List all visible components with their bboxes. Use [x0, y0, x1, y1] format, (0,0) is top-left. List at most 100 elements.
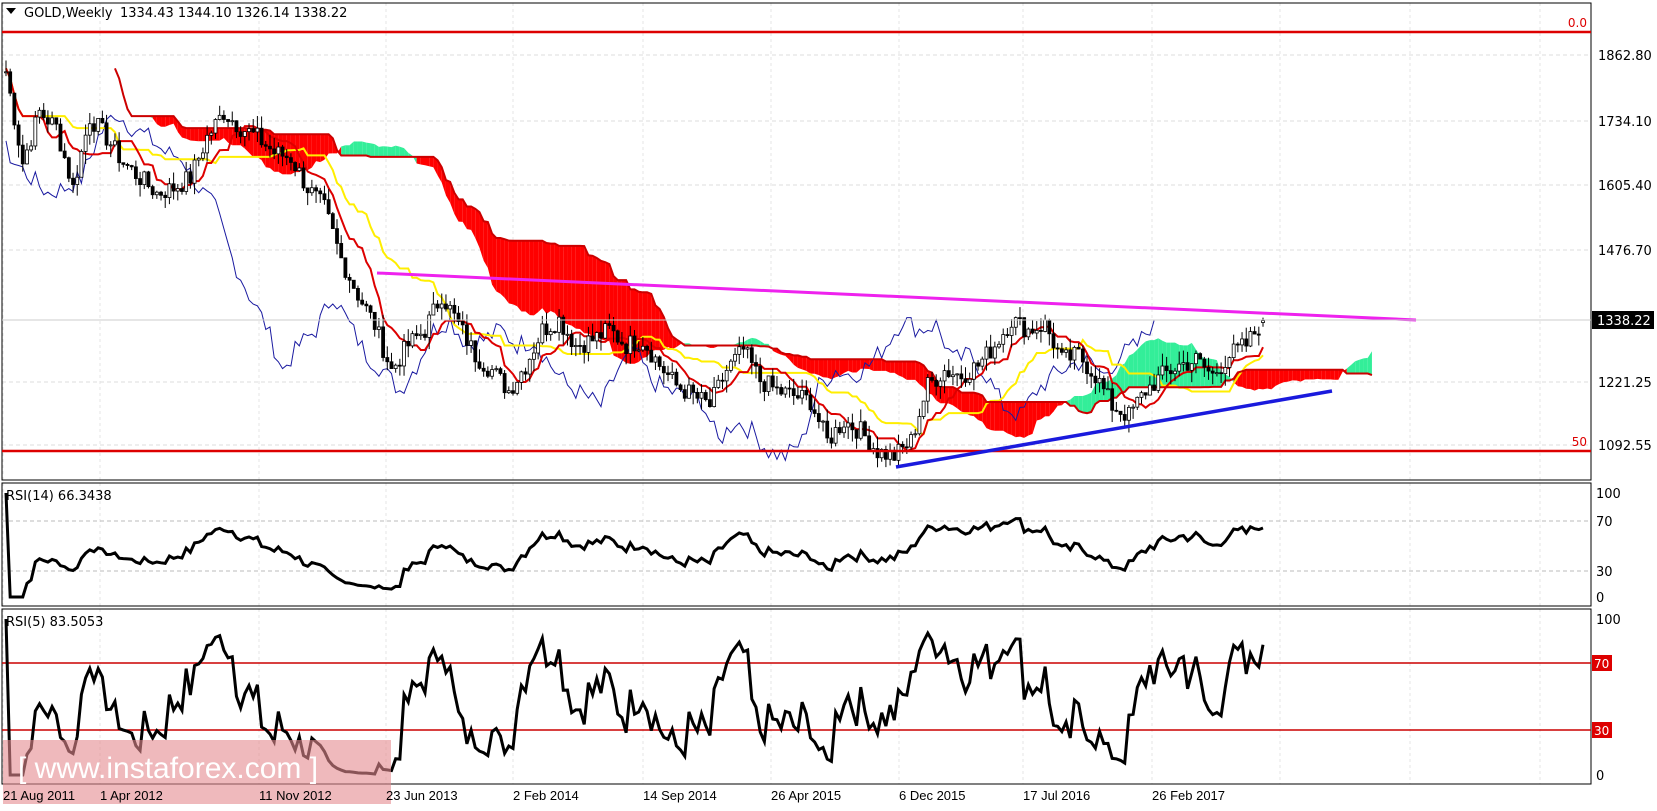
candle-body — [1013, 317, 1018, 328]
candle — [544, 312, 549, 342]
candle — [83, 124, 88, 164]
candle-body — [511, 390, 515, 394]
candle — [142, 170, 147, 190]
candle — [150, 184, 155, 199]
candle — [1043, 314, 1048, 333]
candle — [741, 336, 746, 358]
candle — [314, 184, 318, 203]
candle — [1018, 307, 1022, 326]
cloud-segment — [810, 359, 815, 374]
candle-body — [657, 356, 662, 367]
cloud-segment — [387, 146, 392, 157]
candle — [406, 329, 411, 358]
y-tick: 1476.70 — [1598, 244, 1652, 259]
cloud-segment — [362, 141, 367, 156]
candle-body — [448, 304, 453, 310]
cloud-segment — [219, 128, 224, 141]
cloud-segment — [844, 359, 849, 374]
candle — [536, 337, 541, 360]
candle-body — [724, 369, 729, 382]
candle — [850, 413, 855, 442]
candle-body — [494, 368, 499, 371]
candle-body — [351, 279, 356, 289]
cloud-segment — [1283, 369, 1289, 383]
candle-body — [967, 378, 972, 383]
candle-body — [1173, 370, 1177, 375]
candle — [393, 363, 398, 373]
rsi14-tick: 30 — [1596, 565, 1613, 580]
candle — [695, 387, 700, 404]
cloud-segment — [852, 359, 857, 373]
candle-body — [925, 377, 930, 402]
candle — [951, 365, 955, 386]
candle-body — [1076, 346, 1081, 350]
cloud-segment — [1045, 401, 1050, 417]
candle — [1248, 326, 1253, 348]
candle-body — [758, 365, 763, 383]
candle — [925, 374, 930, 414]
y-tick: 1221.25 — [1598, 376, 1652, 391]
candle-body — [653, 356, 658, 363]
candle — [758, 357, 763, 394]
candle — [971, 361, 976, 391]
cloud-segment — [425, 156, 430, 167]
rsi14-axis: 100 70 30 0 — [2, 487, 1621, 606]
cloud-segment — [223, 128, 229, 143]
candle-body — [917, 416, 922, 435]
cloud-segment — [890, 361, 895, 373]
cloud-segment — [1162, 340, 1167, 388]
candle-body — [842, 426, 846, 434]
candle — [309, 179, 314, 196]
cloud-segment — [978, 393, 983, 422]
candle-body — [523, 371, 528, 375]
candle-body — [247, 128, 251, 133]
chart-area[interactable]: 0.0 50 1862.80 1734.10 1605.40 1476.70 1… — [0, 0, 1657, 811]
candle-body — [573, 345, 578, 347]
candle — [104, 114, 109, 150]
candle-body — [720, 379, 725, 382]
cloud-segment — [475, 208, 480, 248]
cloud-segment — [1275, 369, 1280, 386]
candle — [75, 165, 80, 196]
candle-body — [1143, 392, 1148, 396]
cloud-segment — [1304, 369, 1310, 380]
candle-body — [205, 134, 210, 154]
candle — [368, 304, 373, 319]
cloud-segment — [1271, 369, 1276, 390]
candle — [963, 367, 968, 387]
candle-body — [259, 127, 264, 146]
tenkan-sen-line — [5, 67, 1264, 453]
candle — [687, 377, 691, 399]
cloud-segment — [1250, 369, 1255, 391]
candle — [129, 164, 134, 171]
candle-body — [297, 167, 302, 172]
candle-body — [691, 384, 696, 393]
candle-body — [1164, 365, 1169, 372]
cloud-segment — [307, 134, 312, 171]
cloud-segment — [529, 240, 534, 316]
candle-body — [113, 140, 117, 146]
candle-body — [133, 166, 138, 179]
x-tick: 11 Nov 2012 — [259, 788, 332, 803]
candle — [1139, 390, 1144, 404]
rsi14-tick: 70 — [1596, 515, 1613, 530]
candle-body — [423, 333, 427, 338]
collapse-arrow-icon[interactable] — [6, 8, 16, 14]
x-tick: 21 Aug 2011 — [3, 788, 75, 803]
cloud-segment — [571, 245, 576, 329]
candle-body — [33, 116, 38, 147]
candle-body — [25, 149, 29, 165]
candle-body — [1055, 347, 1060, 350]
candle-body — [108, 144, 113, 147]
candle — [1240, 332, 1244, 352]
candle-body — [167, 183, 172, 199]
candle-body — [54, 117, 59, 125]
candle-body — [431, 303, 436, 316]
candle — [519, 370, 524, 390]
candle — [1114, 401, 1119, 413]
candle-body — [796, 395, 800, 399]
candle-body — [393, 364, 398, 369]
candle-body — [452, 304, 457, 314]
cloud-segment — [1288, 369, 1293, 382]
cloud-segment — [965, 392, 970, 416]
